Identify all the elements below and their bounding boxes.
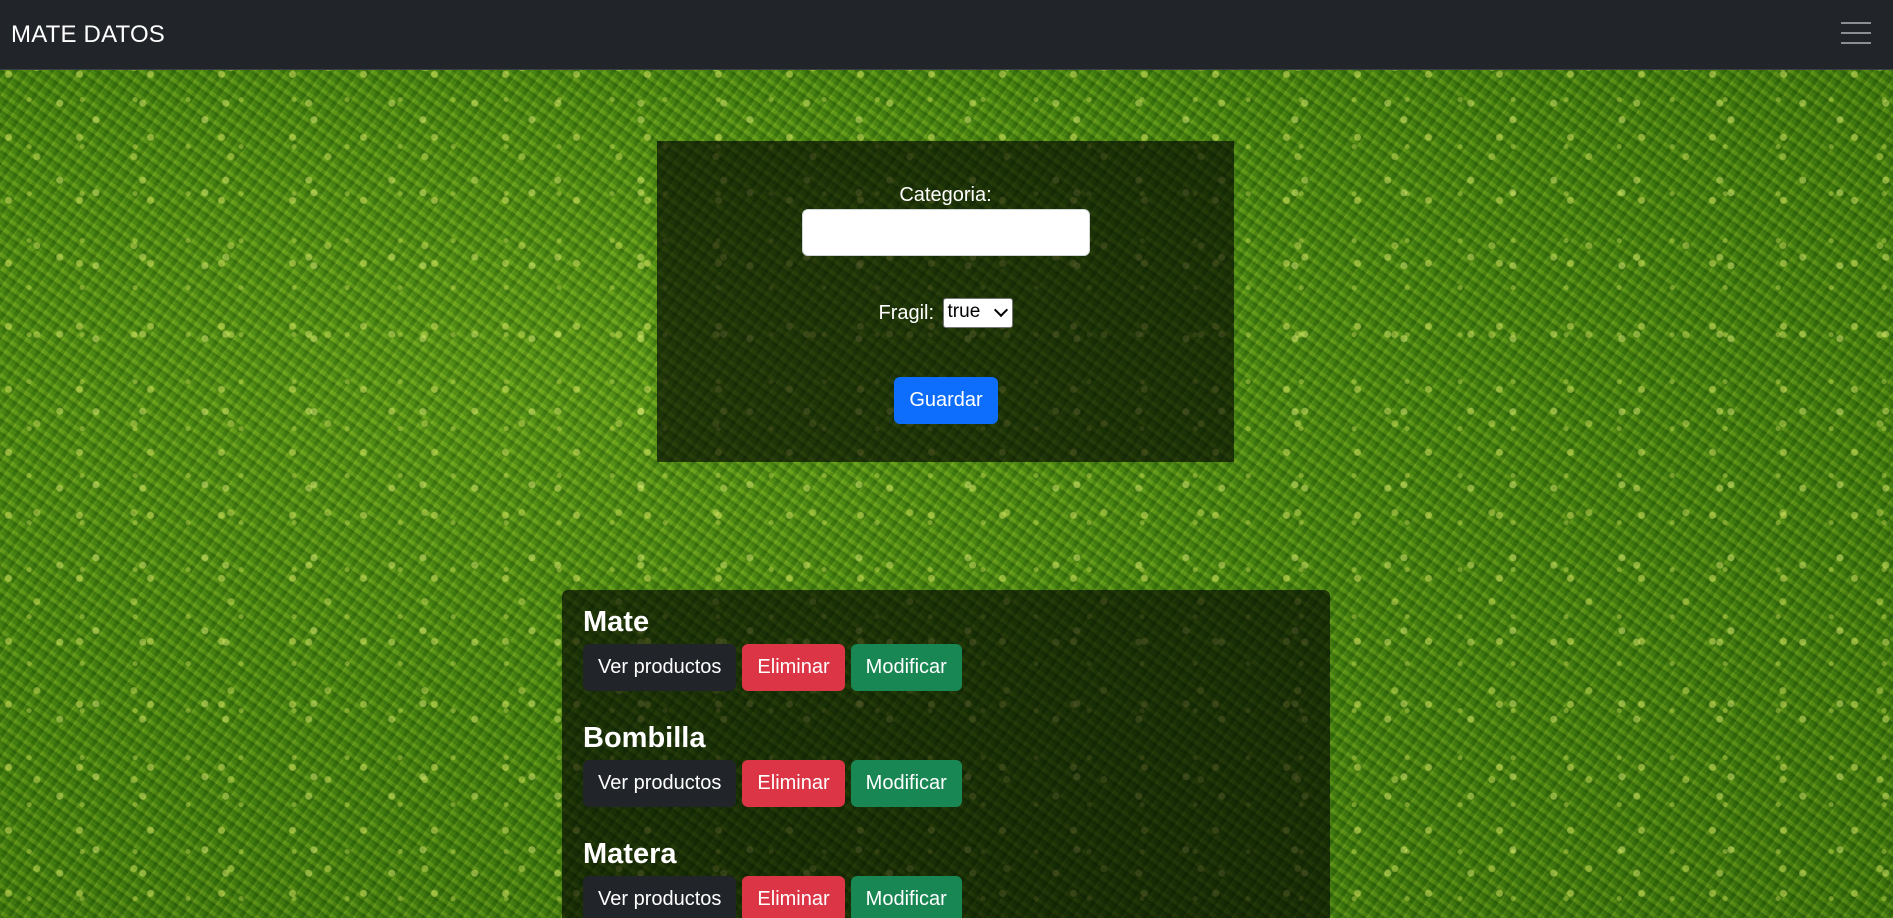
categoria-input[interactable] (802, 209, 1090, 256)
edit-button[interactable]: Modificar (850, 876, 962, 918)
brand-title[interactable]: MATE DATOS (11, 20, 165, 50)
chevron-down-icon (993, 302, 1008, 318)
category-form: Categoria: Fragil: true Guardar (657, 141, 1234, 462)
category-name: Matera (583, 838, 677, 870)
list-item: Bombilla Ver productos Eliminar Modificar (583, 720, 968, 807)
fragil-row: Fragil: true (657, 298, 1234, 328)
view-products-button[interactable]: Ver productos (583, 644, 737, 691)
view-products-button[interactable]: Ver productos (583, 876, 737, 918)
edit-button[interactable]: Modificar (850, 644, 962, 691)
edit-button[interactable]: Modificar (850, 760, 962, 807)
category-actions: Ver productos Eliminar Modificar (583, 876, 968, 918)
fragil-select[interactable]: true (942, 298, 1013, 328)
delete-button[interactable]: Eliminar (742, 876, 845, 918)
hamburger-menu-icon[interactable] (1841, 20, 1871, 46)
category-actions: Ver productos Eliminar Modificar (583, 644, 968, 691)
category-name: Mate (583, 606, 650, 638)
fragil-label: Fragil: (878, 302, 935, 324)
category-name: Bombilla (583, 722, 706, 754)
list-item: Matera Ver productos Eliminar Modificar (583, 836, 968, 918)
navbar: MATE DATOS (0, 0, 1893, 70)
category-list: Mate Ver productos Eliminar Modificar Bomb… (562, 590, 1330, 918)
category-actions: Ver productos Eliminar Modificar (583, 760, 968, 807)
save-button[interactable]: Guardar (894, 377, 998, 424)
view-products-button[interactable]: Ver productos (583, 760, 737, 807)
delete-button[interactable]: Eliminar (742, 644, 845, 691)
list-item: Mate Ver productos Eliminar Modificar (583, 604, 968, 691)
delete-button[interactable]: Eliminar (742, 760, 845, 807)
fragil-selected-value: true (947, 301, 981, 322)
categoria-label: Categoria: (899, 184, 992, 206)
